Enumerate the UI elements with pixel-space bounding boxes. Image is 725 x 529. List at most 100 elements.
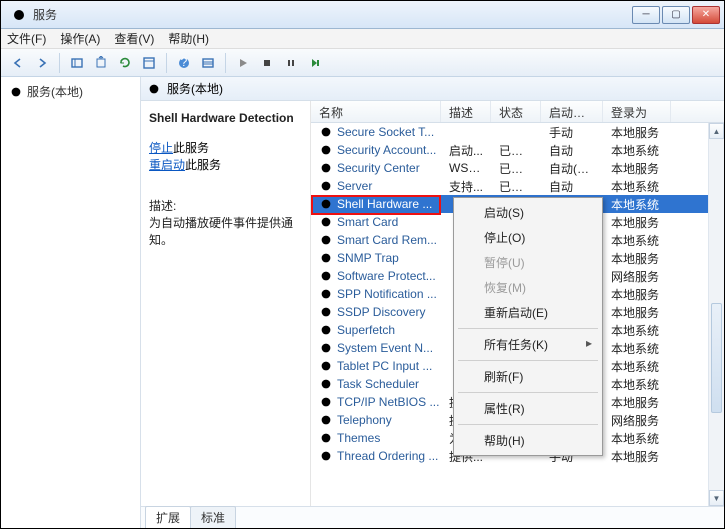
menu-help[interactable]: 帮助(H) <box>168 30 209 47</box>
col-name[interactable]: 名称 <box>311 101 441 122</box>
gear-icon <box>319 305 333 319</box>
main-pane: 服务(本地) Shell Hardware Detection 停止此服务 重启… <box>141 77 724 528</box>
detail-desc: 为自动播放硬件事件提供通知。 <box>149 214 302 248</box>
stop-link[interactable]: 停止 <box>149 141 173 155</box>
refresh-button[interactable] <box>114 52 136 74</box>
cm-refresh[interactable]: 刷新(F) <box>456 364 600 389</box>
detail-pane: Shell Hardware Detection 停止此服务 重启动此服务 描述… <box>141 101 311 506</box>
scroll-thumb[interactable] <box>711 303 722 413</box>
svg-text:?: ? <box>181 56 188 69</box>
service-logon: 本地系统 <box>603 178 671 195</box>
toolbar: ? <box>1 49 724 77</box>
back-button[interactable] <box>7 52 29 74</box>
service-start-type: 自动 <box>541 142 603 159</box>
service-logon: 本地服务 <box>603 448 671 465</box>
service-name: SNMP Trap <box>337 251 399 265</box>
service-start-type: 手动 <box>541 124 603 141</box>
gear-icon <box>319 395 333 409</box>
cm-pause: 暂停(U) <box>456 250 600 275</box>
scrollbar-vertical[interactable]: ▲ ▼ <box>708 123 724 506</box>
nav-root-label: 服务(本地) <box>27 83 83 100</box>
list-button[interactable] <box>197 52 219 74</box>
col-desc[interactable]: 描述 <box>441 101 491 122</box>
show-hide-button[interactable] <box>66 52 88 74</box>
menu-view[interactable]: 查看(V) <box>114 30 154 47</box>
export-button[interactable] <box>90 52 112 74</box>
main-header-title: 服务(本地) <box>167 80 223 97</box>
help-button[interactable]: ? <box>173 52 195 74</box>
service-name: Software Protect... <box>337 269 436 283</box>
col-status[interactable]: 状态 <box>491 101 541 122</box>
close-button[interactable]: ✕ <box>692 6 720 24</box>
gear-icon <box>147 82 161 96</box>
properties-button[interactable] <box>138 52 160 74</box>
service-logon: 本地系统 <box>603 430 671 447</box>
scroll-down-button[interactable]: ▼ <box>709 490 724 506</box>
restart-service-button[interactable] <box>304 52 326 74</box>
service-desc: 启动... <box>441 142 491 159</box>
service-logon: 本地系统 <box>603 196 671 213</box>
menubar: 文件(F) 操作(A) 查看(V) 帮助(H) <box>1 29 724 49</box>
service-logon: 本地系统 <box>603 376 671 393</box>
service-name: Task Scheduler <box>337 377 419 391</box>
maximize-button[interactable]: ▢ <box>662 6 690 24</box>
stop-service-button[interactable] <box>256 52 278 74</box>
gear-icon <box>319 179 333 193</box>
gear-icon <box>319 431 333 445</box>
service-start-type: 自动 <box>541 178 603 195</box>
service-logon: 本地服务 <box>603 250 671 267</box>
menu-action[interactable]: 操作(A) <box>60 30 100 47</box>
col-start[interactable]: 启动类型 <box>541 101 603 122</box>
gear-icon <box>319 125 333 139</box>
service-name: Secure Socket T... <box>337 125 434 139</box>
gear-icon <box>9 85 23 99</box>
start-service-button[interactable] <box>232 52 254 74</box>
gear-icon <box>319 413 333 427</box>
forward-button[interactable] <box>31 52 53 74</box>
cm-sep <box>458 424 598 425</box>
cm-stop[interactable]: 停止(O) <box>456 225 600 250</box>
service-row[interactable]: Server支持...已启动自动本地系统 <box>311 177 724 195</box>
service-name: Telephony <box>337 413 392 427</box>
column-headers: 名称 描述 状态 启动类型 登录为 <box>311 101 724 123</box>
cm-restart[interactable]: 重新启动(E) <box>456 300 600 325</box>
col-logon[interactable]: 登录为 <box>603 101 671 122</box>
scroll-up-button[interactable]: ▲ <box>709 123 724 139</box>
service-name: SPP Notification ... <box>337 287 437 301</box>
service-row[interactable]: Secure Socket T...手动本地服务 <box>311 123 724 141</box>
service-start-type: 自动(延迟... <box>541 160 603 177</box>
service-status: 已启动 <box>491 178 541 195</box>
tabs-bar: 扩展 标准 <box>141 506 724 528</box>
tab-standard[interactable]: 标准 <box>190 506 236 528</box>
gear-icon <box>319 323 333 337</box>
services-icon <box>11 7 27 23</box>
cm-help[interactable]: 帮助(H) <box>456 428 600 453</box>
service-name: Shell Hardware ... <box>337 197 432 211</box>
tab-extended[interactable]: 扩展 <box>145 506 191 528</box>
gear-icon <box>319 215 333 229</box>
service-logon: 本地服务 <box>603 160 671 177</box>
menu-file[interactable]: 文件(F) <box>7 30 46 47</box>
cm-sep <box>458 392 598 393</box>
service-logon: 本地系统 <box>603 340 671 357</box>
main-header: 服务(本地) <box>141 77 724 101</box>
restart-link[interactable]: 重启动 <box>149 158 185 172</box>
stop-service-line: 停止此服务 <box>149 139 302 156</box>
service-row[interactable]: Security CenterWSC...已启动自动(延迟...本地服务 <box>311 159 724 177</box>
nav-root-item[interactable]: 服务(本地) <box>5 81 136 102</box>
service-name: Server <box>337 179 372 193</box>
cm-properties[interactable]: 属性(R) <box>456 396 600 421</box>
cm-all-tasks[interactable]: 所有任务(K) <box>456 332 600 357</box>
detail-title: Shell Hardware Detection <box>149 111 302 125</box>
service-logon: 本地系统 <box>603 358 671 375</box>
pause-service-button[interactable] <box>280 52 302 74</box>
gear-icon <box>319 161 333 175</box>
service-list: 名称 描述 状态 启动类型 登录为 Secure Socket T... 手动本地… <box>311 101 724 506</box>
detail-desc-label: 描述: <box>149 197 302 214</box>
cm-sep <box>458 360 598 361</box>
service-row[interactable]: Security Account...启动...已启动自动本地系统 <box>311 141 724 159</box>
minimize-button[interactable]: ─ <box>632 6 660 24</box>
gear-icon <box>319 143 333 157</box>
main-body: Shell Hardware Detection 停止此服务 重启动此服务 描述… <box>141 101 724 506</box>
cm-start[interactable]: 启动(S) <box>456 200 600 225</box>
